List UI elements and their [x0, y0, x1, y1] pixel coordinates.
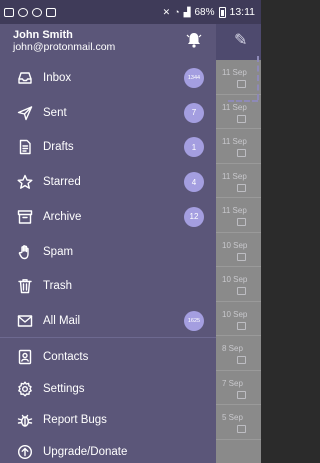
background-message-list: 11 Sep 11 Sep 11 Sep 11 Sep 11 Sep 10 Sep 10 S…	[216, 60, 261, 463]
battery-percent: 68%	[194, 6, 215, 18]
message-date: 11 Sep	[222, 68, 247, 77]
unread-count-badge: 1344	[184, 68, 204, 88]
menu-item-label: Contacts	[43, 351, 89, 363]
menu-item-label: Report Bugs	[43, 414, 107, 426]
menu-item-label: Drafts	[43, 141, 74, 154]
lock-icon	[237, 149, 246, 157]
message-date: 11 Sep	[222, 137, 247, 146]
signal-icon: ▟	[183, 6, 191, 17]
screen: ✕ ◔ ▟ 68% 13:11 ✎ 11 Sep 11 Sep 11 Sep 11 S…	[0, 0, 261, 463]
image-notification-icon	[46, 7, 56, 17]
menu-item-contacts[interactable]: Contacts	[0, 340, 216, 374]
background-list-row: 10 Sep	[216, 233, 261, 267]
unread-count-badge: 1625	[184, 310, 204, 331]
message-date: 5 Sep	[222, 413, 243, 422]
lock-icon	[237, 356, 246, 364]
message-date: 7 Sep	[222, 378, 243, 388]
lock-icon	[237, 252, 246, 261]
menu-item-upgrade[interactable]: Upgrade/Donate	[0, 435, 216, 463]
menu-item-label: Inbox	[43, 72, 72, 84]
account-name: John Smith	[13, 29, 73, 41]
upgrade-icon	[17, 444, 33, 460]
message-date: 11 Sep	[222, 206, 247, 215]
lock-icon	[237, 390, 246, 399]
menu-item-drafts[interactable]: Drafts 1	[0, 130, 216, 164]
archive-icon	[17, 209, 33, 225]
lock-icon	[237, 80, 246, 88]
lock-icon	[237, 287, 246, 295]
background-list-row: 11 Sep	[216, 164, 261, 198]
background-list-row: 5 Sep	[216, 405, 261, 440]
menu-item-settings[interactable]: Settings	[0, 372, 216, 406]
lock-icon	[237, 425, 246, 433]
menu-item-label: Settings	[43, 382, 85, 395]
unread-count-badge: 1	[184, 137, 204, 158]
lock-icon	[237, 321, 246, 330]
background-list-row: 7 Sep	[216, 371, 261, 405]
mail-icon	[17, 313, 33, 329]
compose-icon[interactable]: ✎	[234, 30, 247, 50]
background-list-row: 10 Sep	[216, 267, 261, 302]
message-date: 11 Sep	[222, 102, 247, 112]
focus-outline	[228, 100, 258, 102]
contacts-icon	[17, 349, 33, 365]
message-date: 10 Sep	[222, 275, 248, 284]
lock-icon	[237, 183, 246, 192]
clock: 13:11	[229, 6, 256, 18]
mute-icon: ✕	[162, 6, 171, 17]
menu-item-label: Archive	[43, 210, 82, 223]
navigation-drawer: John Smith john@protonmail.com Inbox 1344…	[0, 24, 216, 463]
menu-item-archive[interactable]: Archive 12	[0, 200, 216, 234]
message-date: 8 Sep	[222, 344, 243, 353]
bug-icon	[17, 412, 33, 428]
gear-icon	[17, 381, 33, 397]
focus-outline	[257, 56, 259, 100]
account-email: john@protonmail.com	[13, 41, 116, 53]
menu-divider	[0, 337, 216, 338]
lock-icon	[237, 218, 246, 226]
unread-count-badge: 12	[184, 206, 204, 227]
menu-item-trash[interactable]: Trash	[0, 269, 216, 303]
unread-count-badge: 4	[184, 172, 204, 193]
sent-icon	[17, 105, 33, 121]
battery-icon	[218, 6, 226, 18]
menu-item-sent[interactable]: Sent 7	[0, 96, 216, 130]
menu-item-label: Sent	[43, 106, 67, 119]
star-icon	[17, 174, 33, 190]
message-date: 11 Sep	[222, 171, 247, 181]
background-list-row: 11 Sep	[216, 198, 261, 233]
menu-item-label: Starred	[43, 176, 81, 189]
account-header[interactable]: John Smith john@protonmail.com	[0, 24, 216, 62]
background-list-row: 11 Sep	[216, 60, 261, 95]
status-bar: ✕ ◔ ▟ 68% 13:11	[0, 0, 261, 24]
menu-item-allmail[interactable]: All Mail 1625	[0, 304, 216, 338]
menu-item-starred[interactable]: Starred 4	[0, 165, 216, 199]
message-date: 10 Sep	[222, 309, 248, 319]
menu-item-label: Trash	[43, 280, 72, 293]
menu-item-inbox[interactable]: Inbox 1344	[0, 61, 216, 95]
background-list-row: 11 Sep	[216, 129, 261, 164]
bell-icon[interactable]	[186, 31, 202, 49]
menu-item-report[interactable]: Report Bugs	[0, 403, 216, 437]
app-notification-icon	[18, 7, 28, 17]
background-list-row: 10 Sep	[216, 302, 261, 336]
notification-icon	[4, 7, 14, 17]
spam-icon	[17, 244, 33, 260]
drafts-icon	[17, 139, 33, 155]
menu-item-label: Upgrade/Donate	[43, 445, 128, 458]
menu-item-label: Spam	[43, 245, 74, 258]
sync-icon	[32, 7, 42, 17]
inbox-icon	[17, 70, 33, 86]
message-date: 10 Sep	[222, 240, 248, 250]
menu-item-spam[interactable]: Spam	[0, 235, 216, 269]
lock-icon	[237, 114, 246, 123]
menu-item-label: All Mail	[43, 314, 81, 327]
trash-icon	[17, 278, 33, 294]
unread-count-badge: 7	[184, 102, 204, 123]
background-list-row: 8 Sep	[216, 336, 261, 371]
wifi-icon: ◔	[174, 7, 180, 17]
